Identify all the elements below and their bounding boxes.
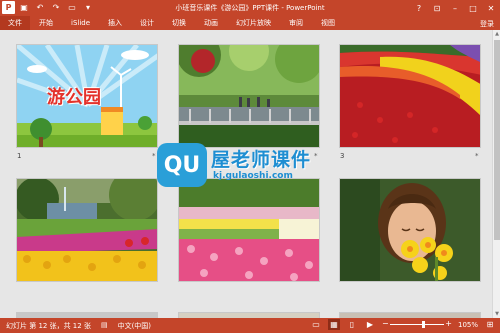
tab-review[interactable]: 审阅 (280, 16, 312, 30)
reading-view-icon[interactable]: ▯ (346, 319, 358, 330)
slide-thumbnail-5[interactable] (178, 178, 320, 282)
watermark-brand: 屋老师课件 (211, 149, 312, 171)
slide-transition-marker: * (475, 152, 479, 160)
scrollbar-thumb[interactable] (494, 40, 500, 240)
watermark-url: kj.gulaoshi.com (213, 171, 293, 181)
scroll-down-icon[interactable]: ▼ (493, 310, 500, 318)
slide-1-title: 游公园 (47, 87, 101, 108)
signin-link[interactable]: 登录 (480, 19, 494, 29)
slideshow-view-icon[interactable]: ▶ (364, 319, 376, 330)
ribbon-display-icon[interactable]: ⊡ (428, 0, 446, 16)
zoom-track (389, 324, 444, 325)
tab-animations[interactable]: 动画 (195, 16, 227, 30)
vertical-scrollbar[interactable]: ▲ ▼ (492, 30, 500, 318)
slide-thumbnail-2[interactable] (178, 44, 320, 148)
slide-3-image (340, 45, 480, 147)
zoom-slider[interactable]: − + (382, 319, 452, 330)
slide-6-image (340, 179, 480, 281)
watermark: QU 屋老师课件 kj.gulaoshi.com (157, 143, 347, 193)
slide-5-image (179, 179, 319, 281)
tab-slideshow[interactable]: 幻灯片放映 (227, 16, 280, 30)
minimize-icon[interactable]: – (446, 0, 464, 16)
zoom-knob[interactable] (421, 321, 425, 328)
tab-view[interactable]: 视图 (312, 16, 344, 30)
title-bar: P ▣ ↶ ↷ ▭ ▾ 小班音乐课件《游公园》PPT课件 - PowerPoin… (0, 0, 500, 16)
maximize-icon[interactable]: □ (464, 0, 482, 16)
slide-thumbnail-1[interactable]: 游公园 (16, 44, 158, 148)
window-controls: ? ⊡ – □ ✕ (410, 0, 500, 16)
tab-transitions[interactable]: 切换 (163, 16, 195, 30)
normal-view-icon[interactable]: ▭ (310, 319, 322, 330)
slide-number: 1 (17, 152, 22, 160)
slide-sorter-view-icon[interactable]: ▦ (327, 319, 340, 330)
language-status[interactable]: 中文(中国) (118, 321, 151, 331)
slide-thumbnail-3[interactable] (339, 44, 481, 148)
slide-4-image (17, 179, 157, 281)
watermark-badge: QU (157, 143, 207, 187)
help-icon[interactable]: ? (410, 0, 428, 16)
scroll-up-icon[interactable]: ▲ (493, 30, 500, 38)
fit-to-window-icon[interactable]: ⊞ (484, 319, 496, 330)
close-icon[interactable]: ✕ (482, 0, 500, 16)
slide-thumbnail-4[interactable] (16, 178, 158, 282)
ribbon-tabs: 文件 开始 iSlide 插入 设计 切换 动画 幻灯片放映 审阅 视图 (0, 16, 500, 30)
tab-insert[interactable]: 插入 (99, 16, 131, 30)
slide-transition-marker: * (152, 152, 156, 160)
proofing-icon[interactable]: ▤ (101, 321, 108, 331)
zoom-out-icon[interactable]: − (382, 319, 389, 328)
slide-thumbnail-6[interactable] (339, 178, 481, 282)
zoom-in-icon[interactable]: + (445, 319, 452, 328)
tab-file[interactable]: 文件 (0, 16, 30, 30)
tab-design[interactable]: 设计 (131, 16, 163, 30)
slide-2-image (179, 45, 319, 147)
slide-count-status[interactable]: 幻灯片 第 12 张，共 12 张 (6, 321, 91, 331)
zoom-level[interactable]: 105% (458, 321, 478, 329)
tab-islide[interactable]: iSlide (62, 16, 99, 30)
status-bar: 幻灯片 第 12 张，共 12 张 ▤ 中文(中国) ▭ ▦ ▯ ▶ − + 1… (0, 318, 500, 333)
tab-home[interactable]: 开始 (30, 16, 62, 30)
ribbon: 文件 开始 iSlide 插入 设计 切换 动画 幻灯片放映 审阅 视图 登录 (0, 16, 500, 30)
